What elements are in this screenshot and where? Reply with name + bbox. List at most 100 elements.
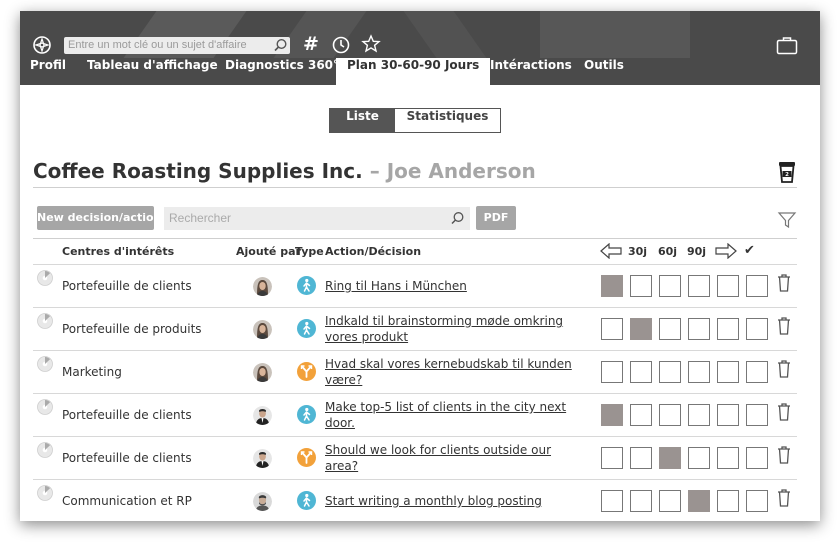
arrow-right-icon[interactable]: [715, 243, 737, 259]
avatar[interactable]: [253, 406, 272, 425]
col-header-90j: 90j: [687, 245, 707, 258]
search-icon[interactable]: [273, 38, 288, 53]
interest-center: Marketing: [62, 365, 122, 379]
main-nav: Profil Tableau d'affichage Diagnostics 3…: [20, 58, 820, 85]
slot-60j-checkbox[interactable]: [659, 447, 681, 469]
tab-plan-30-60-90[interactable]: Plan 30-60-90 Jours: [336, 58, 491, 85]
compass-icon[interactable]: [32, 35, 52, 55]
slot-30j-checkbox[interactable]: [630, 404, 652, 426]
trash-icon[interactable]: [776, 273, 792, 293]
coffee-cup-icon[interactable]: 2: [777, 160, 797, 184]
table-row[interactable]: Communication et RP Start writing a month…: [33, 479, 797, 521]
trash-icon[interactable]: [776, 445, 792, 465]
progress-pie-icon: [37, 270, 53, 286]
slot-60j-checkbox[interactable]: [659, 404, 681, 426]
avatar[interactable]: [253, 320, 272, 339]
slot-done-checkbox[interactable]: [746, 318, 768, 340]
table-row[interactable]: Marketing Hvad skal vores kernebudskab ti…: [33, 350, 797, 393]
title-divider: [33, 187, 797, 188]
trash-icon[interactable]: [776, 316, 792, 336]
table-row[interactable]: Portefeuille de clients Make top-5 list o…: [33, 393, 797, 436]
tab-dashboard[interactable]: Tableau d'affichage: [87, 58, 218, 85]
interest-center: Portefeuille de clients: [62, 408, 192, 422]
slot-90j-checkbox[interactable]: [688, 404, 710, 426]
slot-after-checkbox[interactable]: [717, 404, 739, 426]
slot-30j-checkbox[interactable]: [630, 490, 652, 512]
slot-after-checkbox[interactable]: [717, 275, 739, 297]
slot-done-checkbox[interactable]: [746, 447, 768, 469]
slot-before-checkbox[interactable]: [601, 404, 623, 426]
pdf-button[interactable]: PDF: [476, 206, 516, 230]
search-icon[interactable]: [450, 211, 465, 226]
slot-90j-checkbox[interactable]: [688, 361, 710, 383]
filter-icon[interactable]: [777, 210, 797, 230]
avatar[interactable]: [253, 449, 272, 468]
slot-after-checkbox[interactable]: [717, 318, 739, 340]
action-link[interactable]: Ring til Hans i München: [325, 265, 575, 307]
tab-diagnostics[interactable]: Diagnostics 360°: [225, 58, 339, 85]
trash-icon[interactable]: [776, 488, 792, 508]
table-row[interactable]: Portefeuille de produits Indkald til brai…: [33, 307, 797, 350]
tab-profil[interactable]: Profil: [30, 58, 66, 85]
avatar[interactable]: [253, 492, 272, 511]
top-bar: Entre un mot clé ou un sujet d'affaire #: [20, 11, 820, 58]
slot-done-checkbox[interactable]: [746, 275, 768, 297]
briefcase-icon[interactable]: [776, 36, 798, 55]
slot-done-checkbox[interactable]: [746, 490, 768, 512]
star-icon[interactable]: [361, 34, 381, 54]
slot-60j-checkbox[interactable]: [659, 318, 681, 340]
slot-90j-checkbox[interactable]: [688, 447, 710, 469]
toolbar-divider: [33, 238, 797, 239]
slot-30j-checkbox[interactable]: [630, 275, 652, 297]
action-link[interactable]: Hvad skal vores kernebudskab til kunden …: [325, 351, 575, 393]
new-decision-button[interactable]: New decision/action: [37, 206, 161, 230]
slot-60j-checkbox[interactable]: [659, 275, 681, 297]
trash-icon[interactable]: [776, 402, 792, 422]
slot-done-checkbox[interactable]: [746, 404, 768, 426]
avatar[interactable]: [253, 277, 272, 296]
slot-after-checkbox[interactable]: [717, 361, 739, 383]
list-view-button[interactable]: Liste: [330, 109, 395, 132]
arrow-left-icon[interactable]: [600, 243, 622, 259]
history-icon[interactable]: [331, 35, 351, 55]
slot-before-checkbox[interactable]: [601, 275, 623, 297]
slot-after-checkbox[interactable]: [717, 490, 739, 512]
svg-text:2: 2: [785, 172, 789, 178]
slot-30j-checkbox[interactable]: [630, 447, 652, 469]
col-header-30j: 30j: [628, 245, 648, 258]
slot-before-checkbox[interactable]: [601, 490, 623, 512]
tab-interactions[interactable]: Intéractions: [490, 58, 572, 85]
topic-search-input[interactable]: Entre un mot clé ou un sujet d'affaire: [64, 37, 290, 54]
view-toggle: Liste Statistiques: [329, 108, 501, 133]
tab-outils[interactable]: Outils: [584, 58, 624, 85]
interest-center: Portefeuille de clients: [62, 451, 192, 465]
action-link[interactable]: Start writing a monthly blog posting: [325, 480, 575, 521]
slot-before-checkbox[interactable]: [601, 447, 623, 469]
col-header-action: Action/Décision: [325, 245, 422, 258]
hashtag-icon[interactable]: #: [303, 33, 319, 55]
slot-90j-checkbox[interactable]: [688, 490, 710, 512]
slot-before-checkbox[interactable]: [601, 318, 623, 340]
slot-before-checkbox[interactable]: [601, 361, 623, 383]
stats-view-button[interactable]: Statistiques: [395, 109, 500, 132]
slot-after-checkbox[interactable]: [717, 447, 739, 469]
slot-60j-checkbox[interactable]: [659, 490, 681, 512]
slot-90j-checkbox[interactable]: [688, 318, 710, 340]
avatar[interactable]: [253, 363, 272, 382]
slot-30j-checkbox[interactable]: [630, 361, 652, 383]
action-link[interactable]: Make top-5 list of clients in the city n…: [325, 394, 575, 436]
table-row[interactable]: Portefeuille de clients Should we look fo…: [33, 436, 797, 479]
slot-30j-checkbox[interactable]: [630, 318, 652, 340]
slot-done-checkbox[interactable]: [746, 361, 768, 383]
page-title: Coffee Roasting Supplies Inc. – Joe Ande…: [33, 159, 536, 183]
trash-icon[interactable]: [776, 359, 792, 379]
table-row[interactable]: Portefeuille de clients Ring til Hans i M…: [33, 264, 797, 307]
slot-90j-checkbox[interactable]: [688, 275, 710, 297]
action-type-icon: [297, 319, 316, 338]
col-header-type: Type: [295, 245, 324, 258]
search-input[interactable]: Rechercher: [164, 207, 470, 230]
action-link[interactable]: Should we look for clients outside our a…: [325, 437, 575, 479]
decision-type-icon: [297, 362, 316, 381]
action-link[interactable]: Indkald til brainstorming møde omkring v…: [325, 308, 575, 350]
slot-60j-checkbox[interactable]: [659, 361, 681, 383]
